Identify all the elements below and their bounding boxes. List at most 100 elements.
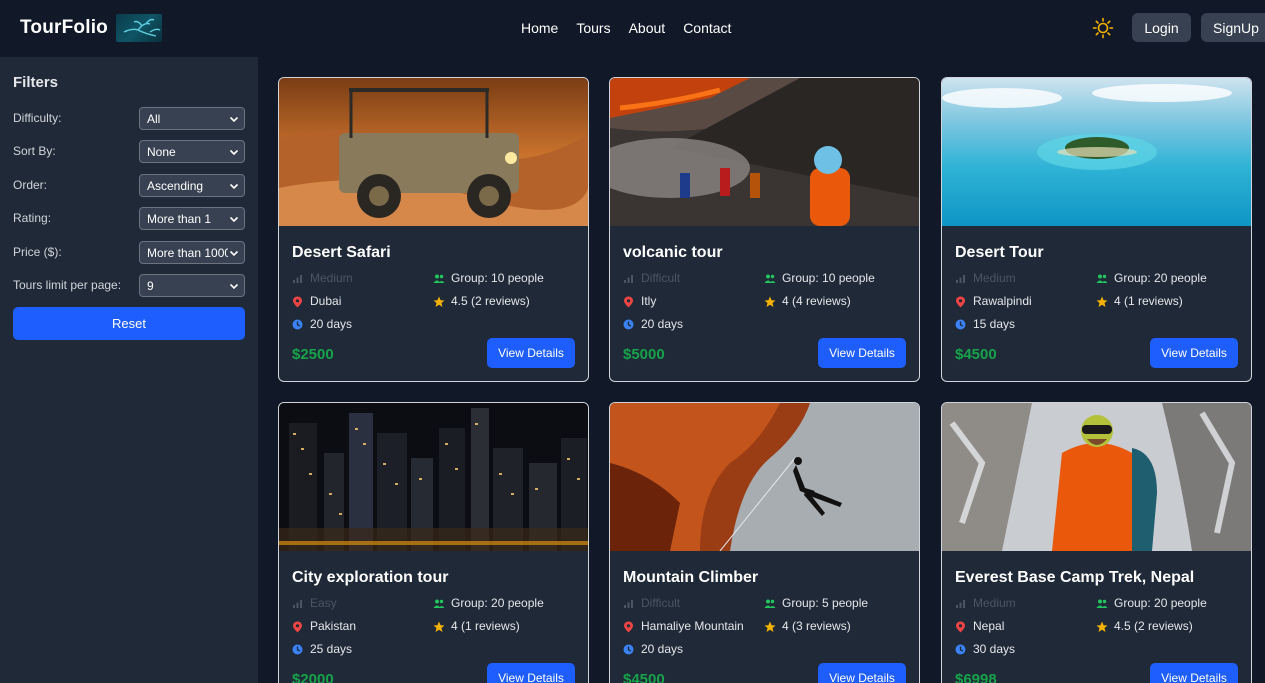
tour-image[interactable] (279, 403, 588, 551)
filter-label: Rating: (13, 211, 52, 225)
rating-text: 4 (4 reviews) (782, 294, 851, 308)
brand-name[interactable]: TourFolio (20, 17, 108, 39)
filter-rating: Rating: More than 1 (13, 207, 245, 230)
filters-title: Filters (13, 74, 59, 91)
view-details-button[interactable]: View Details (487, 663, 575, 683)
tour-title[interactable]: Desert Safari (292, 244, 391, 262)
tour-title[interactable]: Everest Base Camp Trek, Nepal (955, 569, 1194, 587)
difficulty-select[interactable]: All (139, 107, 245, 130)
clock-icon (955, 319, 966, 330)
clock-icon (292, 644, 303, 655)
chevron-down-icon (228, 180, 240, 192)
users-icon (764, 598, 776, 609)
tour-rating: 4.5 (2 reviews) (433, 294, 530, 308)
tour-card: Desert Tour Medium Group: 20 people Rawa… (941, 77, 1252, 382)
group-text: Group: 10 people (451, 271, 544, 285)
duration-text: 15 days (973, 317, 1016, 331)
tour-card: Desert Safari Medium Group: 10 people Du… (278, 77, 589, 382)
signal-bars-icon (955, 273, 966, 284)
tour-difficulty: Easy (292, 596, 337, 610)
duration-text: 20 days (641, 317, 684, 331)
star-icon (1096, 296, 1108, 307)
rating-text: 4.5 (2 reviews) (451, 294, 530, 308)
tour-price: $5000 (623, 346, 665, 363)
limit-select[interactable]: 9 (139, 274, 245, 297)
duration-text: 20 days (310, 317, 353, 331)
nav-tours[interactable]: Tours (576, 20, 610, 36)
tour-rating: 4 (4 reviews) (764, 294, 851, 308)
view-details-button[interactable]: View Details (1150, 338, 1238, 368)
tour-duration: 20 days (623, 642, 683, 656)
tour-duration: 15 days (955, 317, 1015, 331)
rating-text: 4.5 (2 reviews) (1114, 619, 1193, 633)
star-icon (1096, 621, 1108, 632)
view-details-button[interactable]: View Details (818, 338, 906, 368)
nav-contact[interactable]: Contact (683, 20, 731, 36)
difficulty-text: Difficult (641, 596, 681, 610)
tour-image[interactable] (610, 78, 919, 226)
rating-text: 4 (1 reviews) (1114, 294, 1183, 308)
difficulty-text: Medium (973, 271, 1016, 285)
tour-title[interactable]: City exploration tour (292, 569, 448, 587)
location-text: Nepal (973, 619, 1005, 633)
sort-by-select[interactable]: None (139, 140, 245, 163)
filter-label: Price ($): (13, 245, 62, 259)
rating-text: 4 (1 reviews) (451, 619, 520, 633)
users-icon (1096, 598, 1108, 609)
nav-home[interactable]: Home (521, 20, 558, 36)
select-value: Ascending (147, 179, 204, 193)
sun-icon[interactable] (1092, 17, 1114, 39)
nav-about[interactable]: About (629, 20, 666, 36)
star-icon (433, 621, 445, 632)
location-text: Itly (641, 294, 657, 308)
clock-icon (292, 319, 303, 330)
chevron-down-icon (228, 247, 240, 259)
star-icon (764, 621, 776, 632)
tour-title[interactable]: volcanic tour (623, 244, 723, 262)
tour-price: $4500 (623, 671, 665, 683)
signup-button[interactable]: SignUp (1201, 13, 1265, 42)
reset-button[interactable]: Reset (13, 307, 245, 340)
brand[interactable]: TourFolio (20, 14, 162, 42)
tour-duration: 20 days (623, 317, 683, 331)
tour-image[interactable] (942, 403, 1251, 551)
tour-title[interactable]: Mountain Climber (623, 569, 758, 587)
select-value: None (147, 145, 176, 159)
price-select[interactable]: More than 1000 (139, 241, 245, 264)
group-text: Group: 20 people (1114, 271, 1207, 285)
tour-rating: 4 (1 reviews) (1096, 294, 1183, 308)
view-details-button[interactable]: View Details (487, 338, 575, 368)
tour-title[interactable]: Desert Tour (955, 244, 1044, 262)
tree-logo-icon (115, 14, 162, 42)
login-button[interactable]: Login (1132, 13, 1191, 42)
group-text: Group: 5 people (782, 596, 869, 610)
tour-image[interactable] (279, 78, 588, 226)
duration-text: 20 days (641, 642, 684, 656)
tour-image[interactable] (942, 78, 1251, 226)
group-text: Group: 20 people (451, 596, 544, 610)
tour-card: Everest Base Camp Trek, Nepal Medium Gro… (941, 402, 1252, 683)
location-text: Rawalpindi (973, 294, 1032, 308)
map-pin-icon (955, 621, 966, 632)
signal-bars-icon (623, 273, 634, 284)
filters-sidebar: Filters Difficulty: All Sort By: None Or… (0, 57, 258, 683)
tour-card: City exploration tour Easy Group: 20 peo… (278, 402, 589, 683)
rating-text: 4 (3 reviews) (782, 619, 851, 633)
chevron-down-icon (228, 280, 240, 292)
users-icon (1096, 273, 1108, 284)
users-icon (433, 598, 445, 609)
view-details-button[interactable]: View Details (1150, 663, 1238, 683)
tour-image[interactable] (610, 403, 919, 551)
rating-select[interactable]: More than 1 (139, 207, 245, 230)
duration-text: 30 days (973, 642, 1016, 656)
location-text: Dubai (310, 294, 342, 308)
tour-difficulty: Difficult (623, 271, 680, 285)
navbar: TourFolio Home Tours About Contact Login… (0, 0, 1265, 57)
tour-difficulty: Medium (955, 596, 1016, 610)
map-pin-icon (623, 621, 634, 632)
tour-price: $2000 (292, 671, 334, 683)
tour-location: Hamaliye Mountain (623, 619, 744, 633)
filter-label: Order: (13, 178, 48, 192)
order-select[interactable]: Ascending (139, 174, 245, 197)
view-details-button[interactable]: View Details (818, 663, 906, 683)
